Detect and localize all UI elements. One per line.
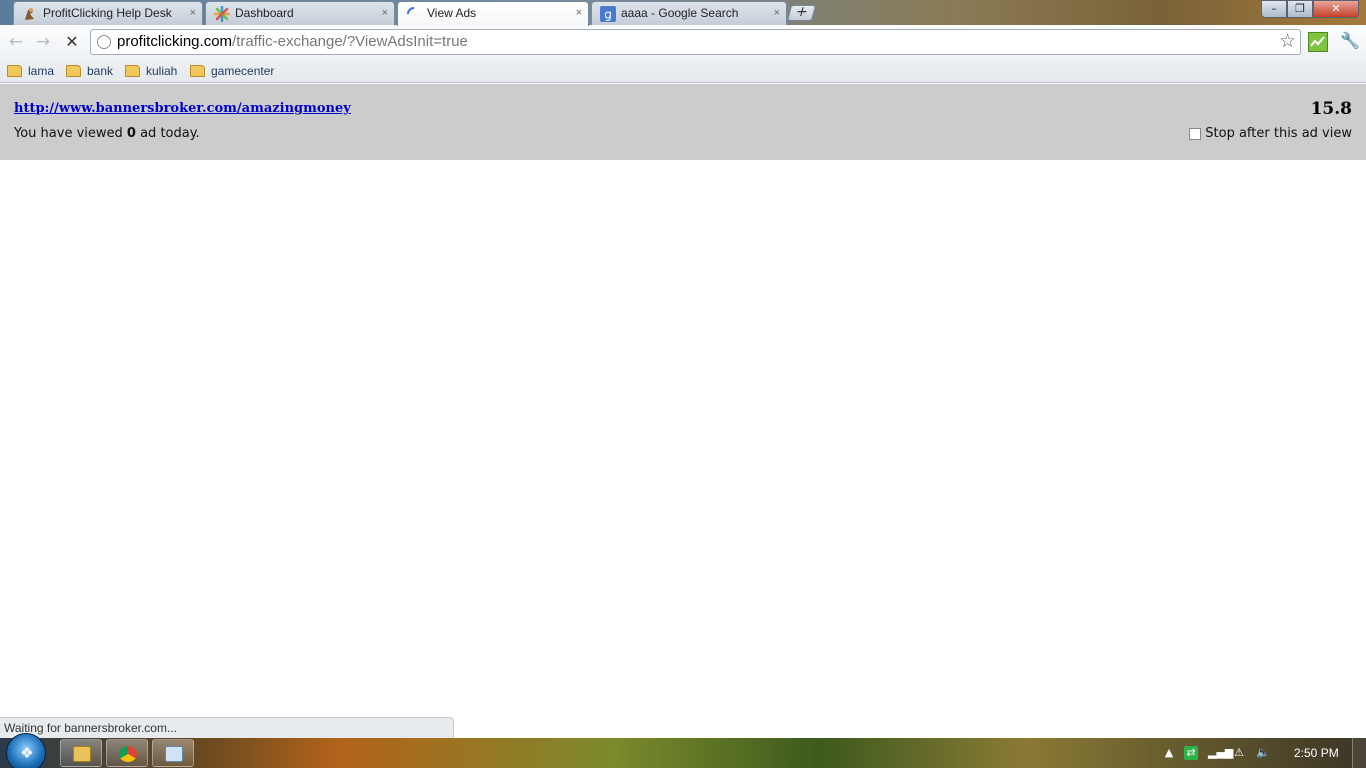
bookmark-label: kuliah bbox=[146, 64, 178, 78]
bookmark-folder-gamecenter[interactable]: gamecenter bbox=[190, 62, 274, 80]
minimize-button[interactable]: – bbox=[1261, 0, 1287, 18]
wrench-menu-icon[interactable]: 🔧 bbox=[1340, 31, 1360, 51]
page-blank-area bbox=[0, 160, 1366, 717]
bookmark-folder-kuliah[interactable]: kuliah bbox=[125, 62, 177, 80]
viewed-prefix: You have viewed bbox=[14, 126, 123, 141]
viewed-count: 0 bbox=[126, 126, 136, 141]
tab-profitclicking-help-desk[interactable]: ProfitClicking Help Desk × bbox=[13, 1, 203, 25]
folder-icon bbox=[190, 65, 205, 77]
tab-google-search[interactable]: g aaaa - Google Search × bbox=[591, 1, 787, 25]
dashboard-favicon-icon bbox=[213, 5, 231, 23]
ad-countdown-timer: 15.8 bbox=[1310, 99, 1352, 119]
taskbar-notepad[interactable] bbox=[152, 739, 194, 767]
folder-icon bbox=[66, 65, 81, 77]
tab-close-icon[interactable]: × bbox=[576, 2, 582, 24]
taskbar-google-chrome[interactable] bbox=[106, 739, 148, 767]
tab-title: Dashboard bbox=[235, 6, 294, 20]
bookmark-star-icon[interactable]: ☆ bbox=[1279, 30, 1296, 54]
folder-icon bbox=[73, 746, 91, 762]
address-bar[interactable]: profitclicking.com/traffic-exchange/?Vie… bbox=[90, 29, 1301, 55]
start-button[interactable]: ❖ bbox=[6, 733, 46, 768]
window-controls: – ❐ ✕ bbox=[1261, 0, 1359, 18]
windows-taskbar: ❖ ▲ ⇄ ▂▄▆ ⚠ 🔈 2:50 PM bbox=[0, 733, 1366, 768]
bookmark-folder-bank[interactable]: bank bbox=[66, 62, 113, 80]
ad-url-link[interactable]: http://www.bannersbroker.com/amazingmone… bbox=[14, 101, 351, 116]
show-desktop-button[interactable] bbox=[1352, 738, 1366, 768]
signal-strength-icon[interactable]: ▂▄▆ bbox=[1208, 746, 1233, 760]
back-button[interactable]: ← bbox=[5, 31, 27, 53]
viewed-suffix: ad today. bbox=[140, 126, 200, 141]
taskbar-clock[interactable]: 2:50 PM bbox=[1294, 746, 1339, 760]
stop-after-ad-label: Stop after this ad view bbox=[1205, 126, 1352, 141]
taskbar-windows-explorer[interactable] bbox=[60, 739, 102, 767]
ads-viewed-text: You have viewed 0 ad today. bbox=[14, 126, 200, 141]
tab-strip: ProfitClicking Help Desk × Dashboard × V… bbox=[0, 0, 1366, 26]
notepad-icon bbox=[165, 746, 183, 762]
stop-loading-button[interactable]: ✕ bbox=[61, 31, 83, 53]
google-favicon-icon: g bbox=[600, 6, 616, 22]
url-path: /traffic-exchange/?ViewAdsInit=true bbox=[232, 33, 468, 50]
close-window-button[interactable]: ✕ bbox=[1313, 0, 1359, 18]
maximize-button[interactable]: ❐ bbox=[1287, 0, 1313, 18]
tab-title: ProfitClicking Help Desk bbox=[43, 6, 172, 20]
battery-warning-icon[interactable]: ⚠ bbox=[1232, 746, 1246, 760]
extension-chart-icon[interactable] bbox=[1308, 32, 1328, 52]
address-bar-url[interactable]: profitclicking.com/traffic-exchange/?Vie… bbox=[117, 30, 468, 54]
forward-button[interactable]: → bbox=[32, 31, 54, 53]
tab-close-icon[interactable]: × bbox=[190, 2, 196, 24]
bookmark-folder-lama[interactable]: lama bbox=[7, 62, 54, 80]
stop-after-ad-checkbox[interactable] bbox=[1189, 127, 1202, 140]
svg-text:g: g bbox=[604, 8, 612, 22]
stop-after-ad-option[interactable]: Stop after this ad view bbox=[1189, 126, 1352, 141]
loading-spinner-icon bbox=[406, 6, 422, 22]
bookmark-label: bank bbox=[87, 64, 114, 78]
tab-dashboard[interactable]: Dashboard × bbox=[205, 1, 395, 25]
chrome-icon bbox=[119, 746, 137, 762]
volume-icon[interactable]: 🔈 bbox=[1256, 746, 1270, 760]
tab-close-icon[interactable]: × bbox=[382, 2, 388, 24]
status-bubble: Waiting for bannersbroker.com... bbox=[0, 717, 454, 739]
new-tab-button[interactable]: + bbox=[786, 4, 817, 21]
globe-icon bbox=[97, 35, 111, 49]
bookmark-label: gamecenter bbox=[211, 64, 275, 78]
network-sync-icon[interactable]: ⇄ bbox=[1184, 746, 1198, 760]
tab-view-ads[interactable]: View Ads × bbox=[397, 1, 589, 26]
profitclicking-favicon-icon bbox=[22, 6, 38, 22]
tab-title: aaaa - Google Search bbox=[621, 6, 739, 20]
folder-icon bbox=[125, 65, 140, 77]
ad-info-bar: http://www.bannersbroker.com/amazingmone… bbox=[0, 84, 1366, 160]
windows-logo-icon: ❖ bbox=[20, 744, 34, 762]
url-host: profitclicking.com bbox=[117, 33, 233, 50]
show-hidden-icons-icon[interactable]: ▲ bbox=[1162, 746, 1176, 760]
bookmarks-bar: lama bank kuliah gamecenter bbox=[0, 59, 1366, 83]
bookmark-label: lama bbox=[28, 64, 55, 78]
folder-icon bbox=[7, 65, 22, 77]
tab-title: View Ads bbox=[427, 6, 477, 20]
browser-toolbar: ← → ✕ profitclicking.com/traffic-exchang… bbox=[0, 25, 1366, 59]
tab-close-icon[interactable]: × bbox=[774, 2, 780, 24]
